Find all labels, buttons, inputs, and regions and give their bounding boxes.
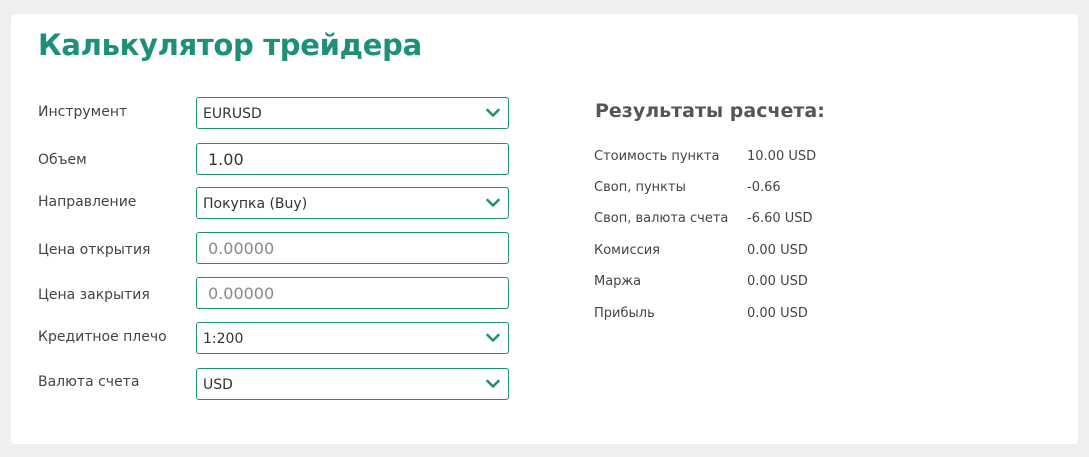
currency-label: Валюта счета bbox=[38, 374, 140, 390]
result-label: Своп, валюта счета bbox=[594, 211, 729, 226]
open-price-field-box bbox=[196, 232, 509, 264]
currency-row: Валюта счета USD bbox=[38, 368, 518, 402]
result-label: Своп, пункты bbox=[594, 180, 686, 195]
direction-value: Покупка (Buy) bbox=[203, 196, 308, 212]
result-value: 0.00 USD bbox=[747, 274, 808, 289]
volume-field-box bbox=[196, 143, 509, 175]
close-price-input[interactable] bbox=[197, 278, 508, 308]
open-price-input[interactable] bbox=[197, 233, 508, 263]
open-price-label: Цена открытия bbox=[38, 242, 151, 258]
close-price-row: Цена закрытия bbox=[38, 277, 518, 311]
leverage-row: Кредитное плечо 1:200 bbox=[38, 322, 518, 356]
results-title: Результаты расчета: bbox=[595, 100, 825, 122]
result-label: Стоимость пункта bbox=[594, 149, 720, 164]
volume-label: Объем bbox=[38, 152, 87, 168]
volume-row: Объем bbox=[38, 143, 518, 177]
result-value: -0.66 bbox=[747, 180, 781, 195]
result-label: Прибыль bbox=[594, 306, 655, 321]
instrument-value: EURUSD bbox=[203, 106, 262, 122]
chevron-down-icon bbox=[486, 333, 500, 342]
direction-label: Направление bbox=[38, 194, 137, 210]
result-value: 10.00 USD bbox=[747, 149, 817, 164]
leverage-select[interactable]: 1:200 bbox=[196, 322, 509, 354]
result-value: 0.00 USD bbox=[747, 243, 808, 258]
chevron-down-icon bbox=[486, 379, 500, 388]
result-value: -6.60 USD bbox=[747, 211, 813, 226]
leverage-label: Кредитное плечо bbox=[38, 329, 167, 345]
currency-value: USD bbox=[203, 377, 233, 393]
close-price-field-box bbox=[196, 277, 509, 309]
direction-row: Направление Покупка (Buy) bbox=[38, 187, 518, 221]
page-title: Калькулятор трейдера bbox=[38, 28, 422, 62]
close-price-label: Цена закрытия bbox=[38, 287, 150, 303]
result-value: 0.00 USD bbox=[747, 306, 808, 321]
chevron-down-icon bbox=[486, 108, 500, 117]
result-label: Комиссия bbox=[594, 243, 661, 258]
calculator-card: Калькулятор трейдера Инструмент EURUSD О… bbox=[11, 14, 1078, 444]
leverage-value: 1:200 bbox=[203, 331, 244, 347]
result-label: Маржа bbox=[594, 274, 642, 289]
open-price-row: Цена открытия bbox=[38, 232, 518, 266]
volume-input[interactable] bbox=[197, 144, 508, 174]
direction-select[interactable]: Покупка (Buy) bbox=[196, 187, 509, 219]
currency-select[interactable]: USD bbox=[196, 368, 509, 400]
instrument-label: Инструмент bbox=[38, 104, 128, 120]
instrument-select[interactable]: EURUSD bbox=[196, 97, 509, 129]
chevron-down-icon bbox=[486, 198, 500, 207]
instrument-row: Инструмент EURUSD bbox=[38, 97, 518, 131]
